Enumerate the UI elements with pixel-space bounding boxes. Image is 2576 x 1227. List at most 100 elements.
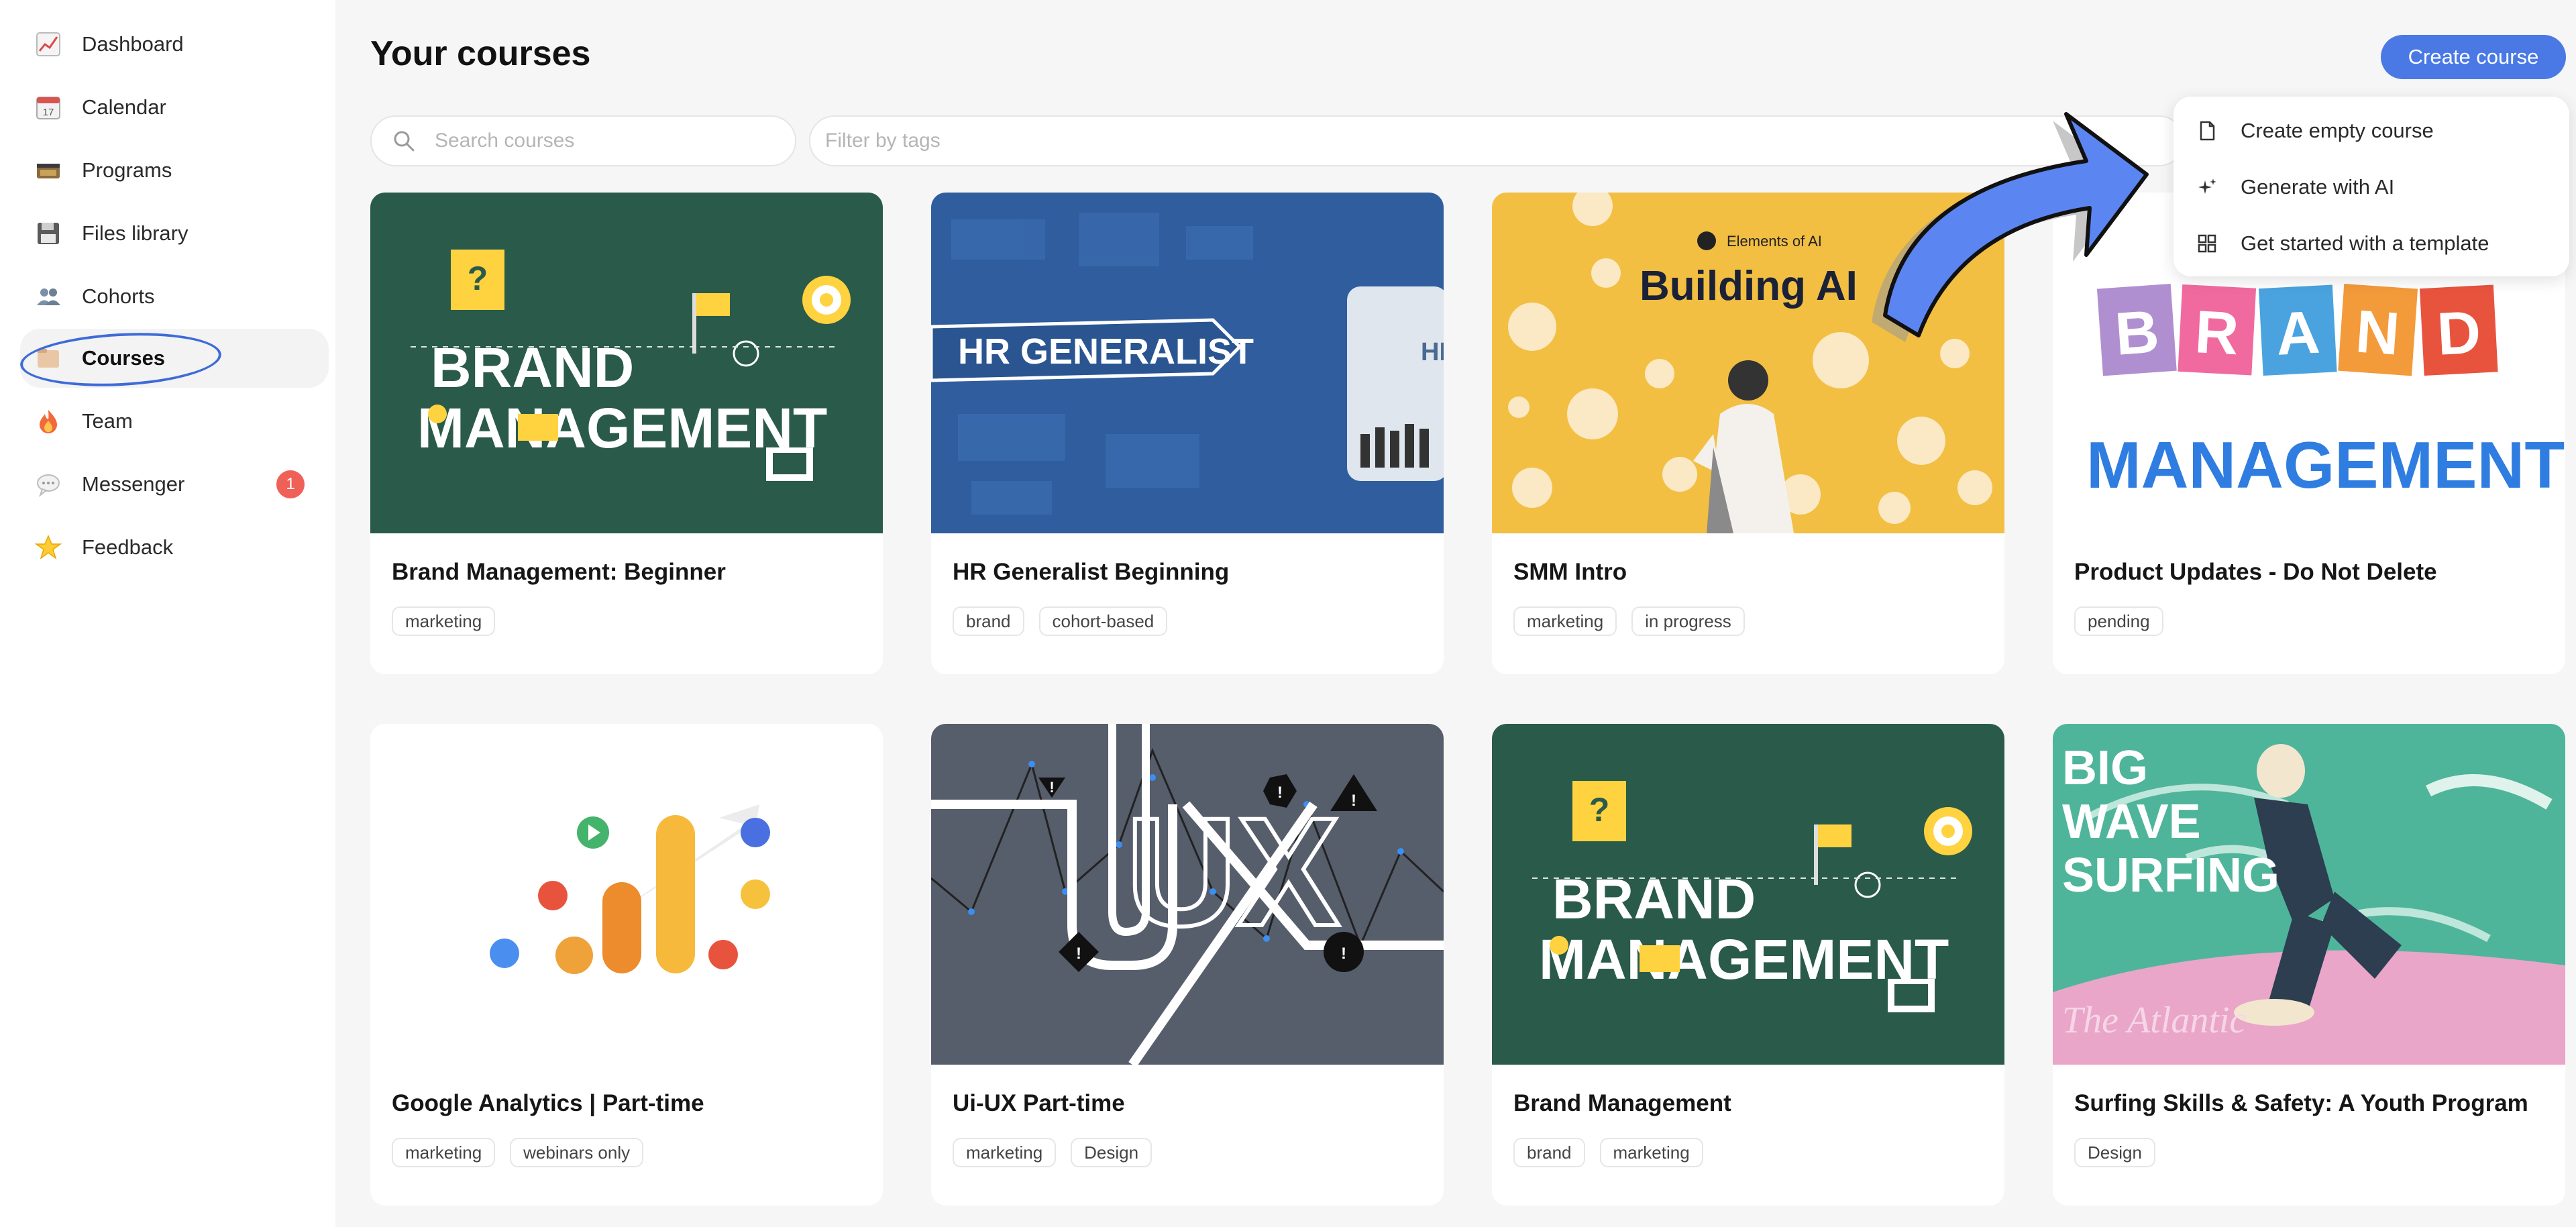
tag-list: Design (2074, 1138, 2155, 1167)
svg-text:!: ! (1049, 779, 1054, 796)
unread-badge: 1 (276, 470, 305, 498)
search-bar[interactable] (370, 115, 796, 166)
people-icon (34, 282, 63, 311)
thumb-text: A (2274, 299, 2321, 368)
sidebar-item-courses[interactable]: Courses (20, 329, 329, 388)
tag-list: pending (2074, 606, 2163, 636)
sidebar: Dashboard 17 Calendar Programs Files lib… (0, 0, 335, 1227)
tag-filter[interactable] (809, 115, 2184, 166)
thumb-text: WAVE (2062, 795, 2201, 849)
thumb-text: HR GENERALIST (958, 331, 1254, 372)
course-card[interactable]: Google Analytics | Part-time marketing w… (370, 724, 883, 1206)
tag[interactable]: Design (1071, 1138, 1152, 1167)
tag[interactable]: brand (1513, 1138, 1585, 1167)
sidebar-item-label: Courses (82, 346, 166, 370)
menu-item-get-started-with-template[interactable]: Get started with a template (2194, 220, 2556, 267)
svg-text:?: ? (468, 260, 488, 297)
menu-item-label: Create empty course (2241, 119, 2434, 142)
sidebar-item-label: Team (82, 409, 133, 433)
thumb-text: BRAND (431, 336, 634, 399)
sidebar-item-label: Dashboard (82, 32, 184, 56)
menu-item-create-empty-course[interactable]: Create empty course (2194, 107, 2556, 154)
course-thumbnail: ? BRAND MANAGEMENT (370, 193, 883, 533)
thumb-text: UX (1126, 786, 1340, 958)
course-thumbnail: UX ! ! ! ! ! (931, 724, 1444, 1065)
thumb-text: BIG (2062, 741, 2148, 795)
thumb-text: D (2435, 299, 2482, 368)
sidebar-item-label: Calendar (82, 95, 166, 119)
thumb-text: The Atlantic (2062, 1000, 2246, 1041)
svg-text:!: ! (1277, 784, 1283, 802)
grid-icon (2194, 230, 2220, 257)
thumb-text: B (2113, 298, 2161, 368)
create-course-button[interactable]: Create course (2381, 35, 2566, 79)
course-thumbnail: Elements of AI Building AI (1492, 193, 2004, 533)
svg-text:?: ? (1589, 791, 1610, 829)
course-card[interactable]: UX ! ! ! ! ! Ui-UX Part-time marketing D… (931, 724, 1444, 1206)
svg-text:17: 17 (43, 107, 54, 118)
menu-item-generate-with-ai[interactable]: Generate with AI (2194, 164, 2556, 211)
tag[interactable]: brand (953, 606, 1024, 636)
chart-icon (34, 30, 63, 59)
thumb-text: MANAGEMENT (1539, 928, 1949, 991)
search-icon (389, 126, 419, 156)
tag-filter-input[interactable] (825, 129, 2100, 152)
course-title: Surfing Skills & Safety: A Youth Program (2074, 1090, 2528, 1116)
course-title: Product Updates - Do Not Delete (2074, 559, 2437, 585)
page-title: Your courses (370, 34, 591, 73)
sidebar-item-label: Programs (82, 158, 172, 182)
create-course-menu: Create empty course Generate with AI Get… (2174, 97, 2569, 276)
sidebar-item-team[interactable]: Team (20, 392, 329, 451)
thumb-text: Building AI (1640, 263, 1858, 309)
tag-list: marketing (392, 606, 496, 636)
tag[interactable]: marketing (953, 1138, 1057, 1167)
sparkle-icon (2194, 174, 2220, 201)
sidebar-item-files-library[interactable]: Files library (20, 204, 329, 263)
menu-item-label: Get started with a template (2241, 231, 2489, 255)
tag-list: marketing Design (953, 1138, 1152, 1167)
sidebar-item-cohorts[interactable]: Cohorts (20, 267, 329, 326)
course-thumbnail: HR GENERALIST HR (931, 193, 1444, 533)
thumb-text: Elements of AI (1727, 233, 1822, 250)
sidebar-item-calendar[interactable]: 17 Calendar (20, 78, 329, 137)
tag[interactable]: marketing (1599, 1138, 1703, 1167)
search-input[interactable] (435, 129, 784, 152)
tag[interactable]: marketing (392, 1138, 496, 1167)
sidebar-item-feedback[interactable]: Feedback (20, 518, 329, 577)
menu-item-label: Generate with AI (2241, 175, 2395, 199)
sidebar-item-label: Cohorts (82, 284, 155, 308)
floppy-icon (34, 219, 63, 248)
thumb-text: SURFING (2062, 849, 2279, 902)
tag-list: brand marketing (1513, 1138, 1703, 1167)
course-card[interactable]: ? BRAND MANAGEMENT Brand Management bran… (1492, 724, 2004, 1206)
course-card[interactable]: Elements of AI Building AI SMM Intro mar… (1492, 193, 2004, 674)
tag-list: marketing in progress (1513, 606, 1745, 636)
star-icon (34, 533, 63, 562)
sidebar-item-label: Messenger (82, 472, 185, 496)
tag[interactable]: Design (2074, 1138, 2155, 1167)
tag[interactable]: webinars only (510, 1138, 644, 1167)
tag[interactable]: cohort-based (1038, 606, 1168, 636)
tag-list: brand cohort-based (953, 606, 1168, 636)
sidebar-item-messenger[interactable]: Messenger 1 (20, 455, 329, 514)
fire-icon (34, 407, 63, 436)
sidebar-item-label: Feedback (82, 535, 174, 559)
course-title: Google Analytics | Part-time (392, 1090, 704, 1116)
course-title: Brand Management (1513, 1090, 1731, 1116)
tag[interactable]: in progress (1631, 606, 1745, 636)
tag[interactable]: pending (2074, 606, 2163, 636)
course-thumbnail: BIG WAVE SURFING The Atlantic (2053, 724, 2565, 1065)
course-card[interactable]: ? BRAND MANAGEMENT Brand Management: Beg… (370, 193, 883, 674)
thumb-text: N (2353, 298, 2402, 368)
course-thumbnail (370, 724, 883, 1065)
sidebar-item-programs[interactable]: Programs (20, 141, 329, 200)
document-icon (2194, 117, 2220, 144)
svg-text:!: ! (1076, 945, 1081, 963)
tag[interactable]: marketing (392, 606, 496, 636)
course-card[interactable]: HR GENERALIST HR HR Generalist Beginning… (931, 193, 1444, 674)
film-icon (34, 156, 63, 185)
course-title: SMM Intro (1513, 559, 1627, 585)
sidebar-item-dashboard[interactable]: Dashboard (20, 15, 329, 74)
course-card[interactable]: BIG WAVE SURFING The Atlantic Surfing Sk… (2053, 724, 2565, 1206)
tag[interactable]: marketing (1513, 606, 1617, 636)
